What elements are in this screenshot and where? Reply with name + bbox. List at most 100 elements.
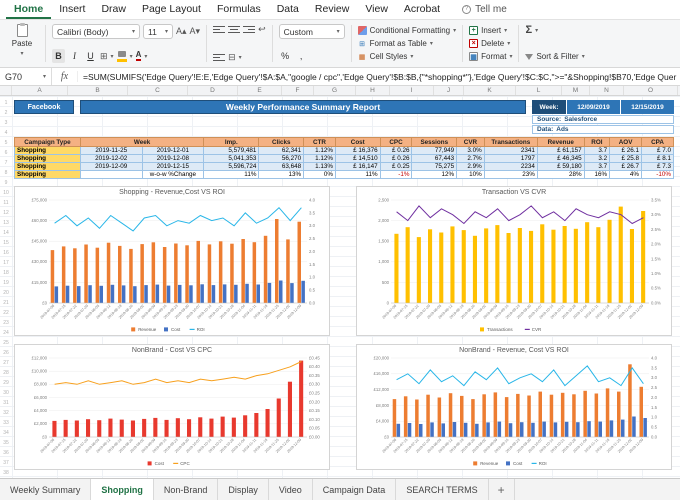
column-header-L[interactable]: L xyxy=(516,86,562,95)
sheet-tab-display[interactable]: Display xyxy=(218,479,269,500)
sheet-tab-search-terms[interactable]: SEARCH TERMS xyxy=(396,479,489,500)
chart-shopping-revenue-cost-vs-roi[interactable]: Shopping - Revenue,Cost VS ROI £0 £15,000… xyxy=(14,186,330,336)
row-header-31[interactable]: 31 xyxy=(0,398,12,408)
row-header-23[interactable]: 23 xyxy=(0,318,12,328)
conditional-formatting-button[interactable]: Conditional Formatting ▾ xyxy=(357,24,456,37)
table-cell[interactable]: Shopping xyxy=(14,170,81,179)
table-cell[interactable]: £ 25.8 xyxy=(609,154,643,163)
row-header-34[interactable]: 34 xyxy=(0,428,12,438)
table-cell[interactable]: 3.7 xyxy=(583,162,611,171)
italic-button[interactable]: I xyxy=(68,49,81,63)
menu-tab-view[interactable]: View xyxy=(357,0,396,19)
format-cells-button[interactable]: ▦ Format ▾ xyxy=(469,50,512,63)
table-cell[interactable]: 2019-11-25 xyxy=(79,146,143,155)
insert-cells-button[interactable]: + Insert ▾ xyxy=(469,24,512,37)
bold-button[interactable]: B xyxy=(52,49,65,63)
table-cell[interactable]: 13% xyxy=(258,170,305,179)
table-cell[interactable]: 3.2 xyxy=(583,154,611,163)
table-cell[interactable]: 3.0% xyxy=(456,146,485,155)
menu-tab-acrobat[interactable]: Acrobat xyxy=(396,0,448,19)
row-header-1[interactable]: 1 xyxy=(0,98,12,108)
table-cell[interactable]: £ 61,157 xyxy=(536,146,585,155)
sheet-tab-video[interactable]: Video xyxy=(269,479,313,500)
report-title[interactable]: Weekly Performance Summary Report xyxy=(80,100,526,114)
table-cell[interactable]: w-o-w %Change xyxy=(141,170,205,179)
row-header-13[interactable]: 13 xyxy=(0,218,12,228)
row-header-16[interactable]: 16 xyxy=(0,248,12,258)
table-cell[interactable]: £ 46,345 xyxy=(536,154,585,163)
font-color-icon[interactable]: A xyxy=(135,51,142,61)
font-name-select[interactable]: Calibri (Body) ▾ xyxy=(52,24,140,39)
menu-tab-formulas[interactable]: Formulas xyxy=(209,0,269,19)
row-header-15[interactable]: 15 xyxy=(0,238,12,248)
shrink-font-icon[interactable]: A▾ xyxy=(190,26,201,37)
underline-button[interactable]: U xyxy=(84,49,97,63)
row-header-11[interactable]: 11 xyxy=(0,198,12,208)
column-header-A[interactable]: A xyxy=(12,86,68,95)
align-center-icon[interactable] xyxy=(228,24,241,35)
column-header-C[interactable]: C xyxy=(128,86,188,95)
row-header-27[interactable]: 27 xyxy=(0,358,12,368)
row-header-29[interactable]: 29 xyxy=(0,378,12,388)
facebook-cell[interactable]: Facebook xyxy=(14,100,74,114)
row-header-7[interactable]: 7 xyxy=(0,158,12,168)
table-cell[interactable]: 2019-12-01 xyxy=(141,146,205,155)
tell-me[interactable]: ? Tell me xyxy=(462,4,507,19)
chart-nonbrand-revenue-cost-vs-roi[interactable]: NonBrand - Revenue, Cost VS ROI £0 £4,000… xyxy=(356,344,672,470)
row-header-20[interactable]: 20 xyxy=(0,288,12,298)
formula-input[interactable]: =SUM(SUMIFS('Edge Query'!E:E,'Edge Query… xyxy=(78,72,680,82)
column-header-G[interactable]: G xyxy=(314,86,356,95)
week-start-cell[interactable]: 12/09/2019 xyxy=(566,100,620,114)
table-cell[interactable]: £ 8.1 xyxy=(641,154,674,163)
table-cell[interactable]: £ 26.7 xyxy=(609,162,643,171)
column-header-N[interactable]: N xyxy=(590,86,624,95)
table-cell[interactable]: 1.13% xyxy=(303,162,336,171)
table-cell[interactable]: -10% xyxy=(641,170,674,179)
menu-tab-review[interactable]: Review xyxy=(307,0,357,19)
row-header-38[interactable]: 38 xyxy=(0,468,12,478)
table-cell[interactable]: 11% xyxy=(203,170,260,179)
table-cell[interactable]: 28% xyxy=(536,170,585,179)
column-header-B[interactable]: B xyxy=(68,86,128,95)
table-cell[interactable]: -1% xyxy=(379,170,413,179)
table-cell[interactable]: 10% xyxy=(456,170,485,179)
row-header-17[interactable]: 17 xyxy=(0,258,12,268)
table-cell[interactable]: 75,275 xyxy=(411,162,458,171)
table-cell[interactable]: 5,041,353 xyxy=(203,154,260,163)
column-header-J[interactable]: J xyxy=(434,86,464,95)
table-cell[interactable]: Shopping xyxy=(14,154,81,163)
paste-button[interactable]: Paste ▾ xyxy=(5,23,39,57)
cell-styles-button[interactable]: ▦ Cell Styles ▾ xyxy=(358,50,457,63)
fill-color-icon[interactable] xyxy=(116,50,127,62)
select-all-corner[interactable] xyxy=(0,86,12,95)
menu-tab-home[interactable]: Home xyxy=(6,0,51,19)
comma-style-icon[interactable]: , xyxy=(295,49,308,63)
sheet-tab-non-brand[interactable]: Non-Brand xyxy=(154,479,219,500)
row-header-24[interactable]: 24 xyxy=(0,328,12,338)
table-cell[interactable]: £ 0.25 xyxy=(379,162,413,171)
table-cell[interactable]: 23% xyxy=(483,170,538,179)
table-cell[interactable]: Shopping xyxy=(14,162,81,171)
table-cell[interactable]: 0% xyxy=(303,170,336,179)
row-header-9[interactable]: 9 xyxy=(0,178,12,188)
sheet-area[interactable]: 1 2 3 4 5 6 7 8 9 10 11 12 13 14 15 16 17 18 19 20 21 22 23 24 2… xyxy=(0,96,680,478)
table-cell[interactable]: 2.7% xyxy=(456,154,485,163)
row-header-25[interactable]: 25 xyxy=(0,338,12,348)
table-cell[interactable]: £ 7.0 xyxy=(641,146,674,155)
table-cell[interactable]: 5,596,724 xyxy=(203,162,260,171)
table-cell[interactable]: £ 16,147 xyxy=(334,162,381,171)
table-cell[interactable]: 16% xyxy=(583,170,611,179)
row-header-12[interactable]: 12 xyxy=(0,208,12,218)
align-left-icon[interactable] xyxy=(213,24,226,35)
row-header-36[interactable]: 36 xyxy=(0,448,12,458)
table-cell[interactable]: 2341 xyxy=(483,146,538,155)
row-header-14[interactable]: 14 xyxy=(0,228,12,238)
menu-tab-draw[interactable]: Draw xyxy=(93,0,134,19)
add-sheet-button[interactable]: + xyxy=(489,479,515,500)
row-header-4[interactable]: 4 xyxy=(0,128,12,138)
row-header-32[interactable]: 32 xyxy=(0,408,12,418)
table-cell[interactable]: 5,579,481 xyxy=(203,146,260,155)
table-cell[interactable]: 2019-12-08 xyxy=(141,154,205,163)
merge-center-icon[interactable]: ⊟ xyxy=(228,52,236,63)
table-cell[interactable]: Shopping xyxy=(14,146,81,155)
